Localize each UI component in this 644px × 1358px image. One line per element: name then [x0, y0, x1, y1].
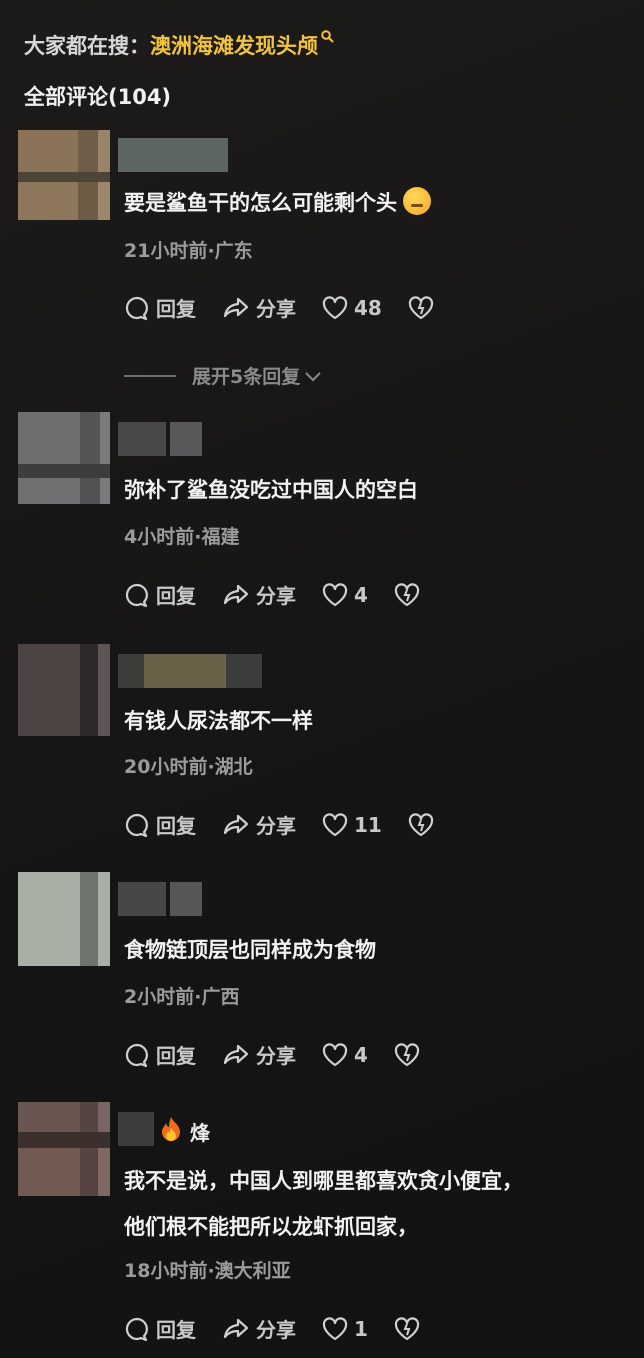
- like-button[interactable]: 48: [322, 296, 382, 320]
- like-count: 4: [354, 582, 368, 607]
- comment-text-line: 我不是说，中国人到哪里都喜欢贪小便宜，: [124, 1169, 523, 1193]
- comment-text-content: 要是鲨鱼干的怎么可能剩个头: [124, 191, 397, 215]
- like-button[interactable]: 11: [322, 813, 382, 837]
- reply-label: 回复: [156, 1318, 196, 1342]
- comment-actions: 回复 分享 1: [124, 1314, 452, 1343]
- like-count: 48: [354, 295, 382, 320]
- comment-actions: 回复 分享 48: [124, 293, 466, 322]
- heart-icon: [322, 1042, 348, 1066]
- comment-text: 我不是说，中国人到哪里都喜欢贪小便宜， 他们根不能把所以龙虾抓回家，: [124, 1162, 523, 1246]
- expand-replies-label: 展开5条回复: [192, 366, 301, 388]
- comment-icon: [125, 1043, 148, 1067]
- dislike-button[interactable]: [394, 1316, 426, 1341]
- share-button[interactable]: 分享: [222, 580, 296, 609]
- search-suggestion-prefix: 大家都在搜：: [24, 34, 150, 58]
- share-button[interactable]: 分享: [222, 1314, 296, 1343]
- broken-heart-icon: [394, 1042, 420, 1066]
- like-button[interactable]: 4: [322, 583, 368, 607]
- fire-icon: [160, 1116, 182, 1147]
- share-label: 分享: [256, 584, 296, 608]
- user-badge: 烽: [160, 1116, 210, 1147]
- comment-text: 弥补了鲨鱼没吃过中国人的空白: [124, 478, 418, 502]
- reply-button[interactable]: 回复: [124, 1040, 196, 1069]
- share-label: 分享: [256, 814, 296, 838]
- like-button[interactable]: 4: [322, 1043, 368, 1067]
- reply-label: 回复: [156, 814, 196, 838]
- share-icon: [223, 584, 249, 604]
- broken-heart-icon: [408, 812, 433, 836]
- dislike-button[interactable]: [408, 295, 440, 320]
- comment-text: 有钱人尿法都不一样: [124, 709, 313, 733]
- reply-label: 回复: [156, 584, 196, 608]
- heart-icon: [322, 582, 348, 606]
- divider: [124, 374, 176, 377]
- comment-icon: [125, 1317, 148, 1341]
- reply-button[interactable]: 回复: [124, 580, 196, 609]
- share-icon: [223, 1318, 249, 1338]
- heart-icon: [322, 812, 348, 836]
- broken-heart-icon: [408, 295, 433, 319]
- dislike-button[interactable]: [408, 812, 440, 837]
- share-icon: [223, 297, 249, 317]
- avatar[interactable]: [18, 644, 110, 736]
- like-count: 4: [354, 1042, 368, 1067]
- user-badge-label: 烽: [190, 1121, 210, 1145]
- comment-actions: 回复 分享 4: [124, 580, 452, 609]
- avatar[interactable]: [18, 130, 110, 220]
- comments-count: 全部评论(104): [24, 85, 172, 109]
- expand-replies-button[interactable]: 展开5条回复: [124, 362, 322, 389]
- heart-icon: [322, 1316, 348, 1340]
- like-count: 11: [354, 812, 382, 837]
- comment-text: 要是鲨鱼干的怎么可能剩个头: [124, 184, 431, 222]
- reply-button[interactable]: 回复: [124, 293, 196, 322]
- comment-meta: 2小时前·广西: [124, 986, 240, 1008]
- avatar[interactable]: [18, 872, 110, 966]
- comment-meta: 4小时前·福建: [124, 526, 240, 548]
- comment-icon: [125, 296, 148, 320]
- reply-label: 回复: [156, 1044, 196, 1068]
- dislike-button[interactable]: [394, 582, 426, 607]
- comment-text: 食物链顶层也同样成为食物: [124, 938, 376, 962]
- share-label: 分享: [256, 1318, 296, 1342]
- share-button[interactable]: 分享: [222, 293, 296, 322]
- dislike-button[interactable]: [394, 1042, 426, 1067]
- share-label: 分享: [256, 1044, 296, 1068]
- share-button[interactable]: 分享: [222, 810, 296, 839]
- avatar[interactable]: [18, 1102, 110, 1196]
- comment-actions: 回复 分享 11: [124, 810, 466, 839]
- broken-heart-icon: [394, 582, 420, 606]
- comment-icon: [125, 583, 148, 607]
- search-suggestion[interactable]: 大家都在搜： 澳洲海滩发现头颅: [24, 30, 334, 60]
- avatar[interactable]: [18, 412, 110, 504]
- comment-meta: 21小时前·广东: [124, 240, 253, 262]
- reply-label: 回复: [156, 297, 196, 321]
- search-suggestion-term[interactable]: 澳洲海滩发现头颅: [150, 30, 318, 60]
- like-count: 1: [354, 1316, 368, 1341]
- reply-button[interactable]: 回复: [124, 1314, 196, 1343]
- thinking-emoji-icon: [403, 187, 431, 215]
- chevron-down-icon: [305, 371, 321, 381]
- share-button[interactable]: 分享: [222, 1040, 296, 1069]
- reply-button[interactable]: 回复: [124, 810, 196, 839]
- comment-meta: 20小时前·湖北: [124, 756, 253, 778]
- like-button[interactable]: 1: [322, 1317, 368, 1341]
- comment-actions: 回复 分享 4: [124, 1040, 452, 1069]
- share-icon: [223, 814, 249, 834]
- search-icon: [321, 29, 334, 47]
- comment-meta: 18小时前·澳大利亚: [124, 1260, 291, 1282]
- broken-heart-icon: [394, 1316, 420, 1340]
- heart-icon: [322, 295, 348, 319]
- comment-text-line: 他们根不能把所以龙虾抓回家，: [124, 1215, 418, 1239]
- share-label: 分享: [256, 297, 296, 321]
- comment-icon: [125, 813, 148, 837]
- share-icon: [223, 1044, 249, 1064]
